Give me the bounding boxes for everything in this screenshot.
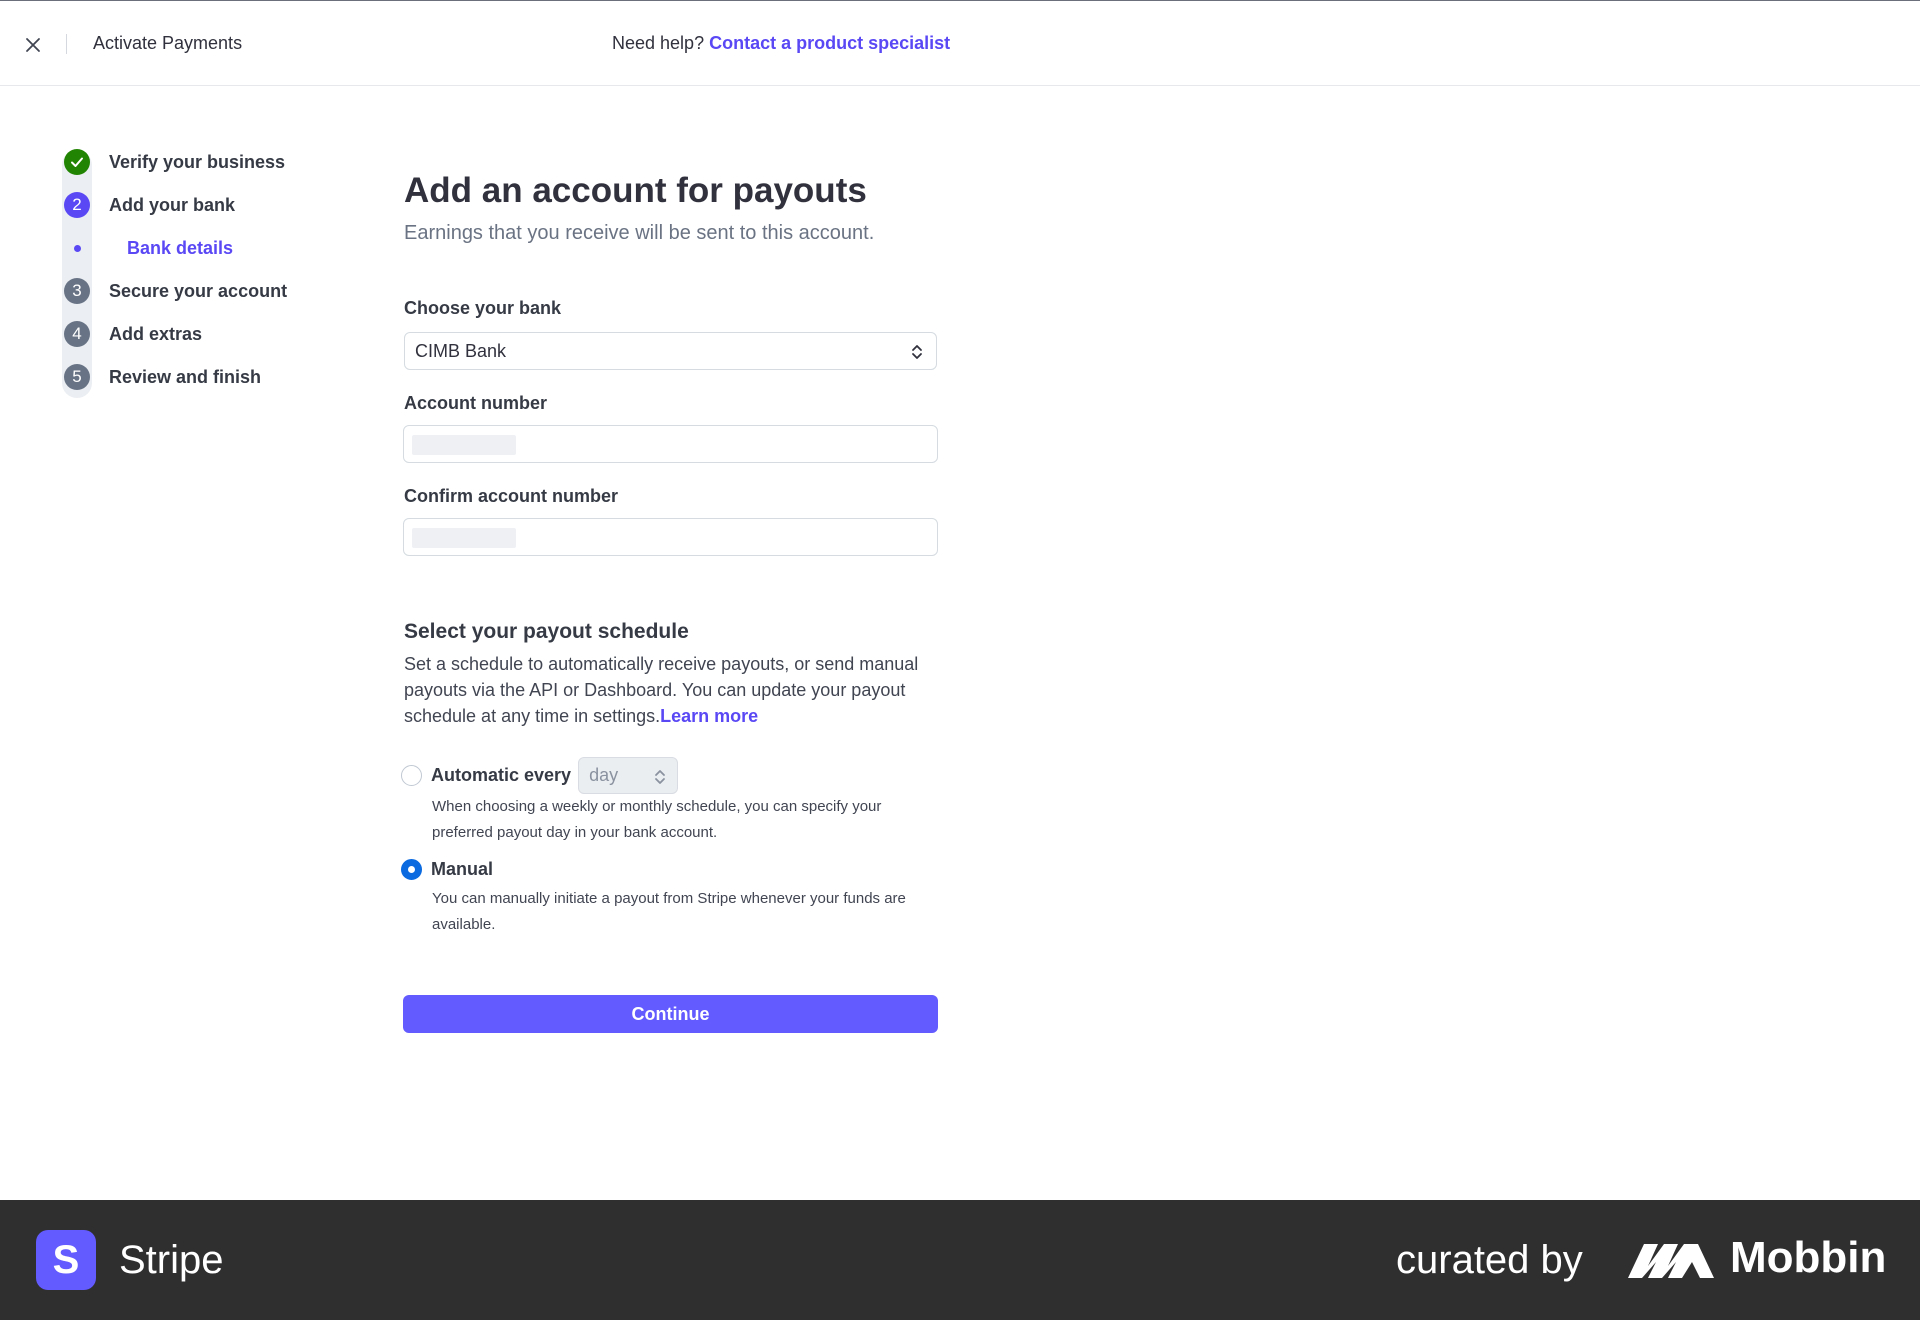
interval-select[interactable]: day — [578, 757, 679, 794]
schedule-option-automatic: Automatic every day — [401, 757, 679, 794]
page-subtitle: Earnings that you receive will be sent t… — [404, 222, 875, 244]
step-add-bank[interactable]: 2 Add your bank — [60, 190, 235, 220]
curator-name: Mobbin — [1730, 1233, 1887, 1282]
step-label: Verify your business — [109, 151, 286, 172]
step-label: Secure your account — [109, 280, 288, 301]
manual-label[interactable]: Manual — [431, 859, 493, 880]
step-label: Review and finish — [109, 366, 262, 387]
close-icon — [26, 38, 40, 52]
step-label: Add extras — [109, 323, 203, 344]
chevron-updown-icon — [912, 345, 922, 359]
step-label: Add your bank — [109, 194, 236, 215]
step-secure-account[interactable]: 3 Secure your account — [60, 276, 287, 306]
contact-specialist-link[interactable]: Contact a product specialist — [709, 33, 950, 53]
interval-value: day — [589, 765, 619, 785]
bank-select-value: CIMB Bank — [415, 340, 507, 361]
schedule-description: Set a schedule to automatically receive … — [404, 651, 944, 729]
help-text: Need help? Contact a product specialist — [612, 33, 950, 54]
step-marker: 3 — [60, 274, 94, 308]
step-marker — [60, 231, 94, 265]
close-button[interactable] — [18, 30, 48, 60]
confirm-account-label: Confirm account number — [404, 486, 619, 506]
chevron-updown-icon — [655, 770, 665, 784]
schedule-title: Select your payout schedule — [404, 620, 689, 643]
learn-more-link[interactable]: Learn more — [660, 706, 758, 726]
step-number: 4 — [64, 321, 90, 347]
step-marker: 2 — [60, 188, 94, 222]
manual-help: You can manually initiate a payout from … — [432, 890, 906, 933]
continue-button[interactable]: Continue — [403, 995, 938, 1033]
curated-by-text: curated by — [1396, 1238, 1583, 1282]
manual-radio[interactable] — [401, 859, 422, 880]
substep-bank-details[interactable]: Bank details — [60, 233, 233, 263]
step-number: 3 — [64, 278, 90, 304]
footer-banner: S Stripe curated by Mobbin — [0, 1200, 1920, 1320]
substep-label: Bank details — [127, 237, 234, 258]
account-number-input[interactable] — [403, 425, 938, 463]
mobbin-logo-icon — [1628, 1244, 1714, 1278]
step-number: 2 — [64, 192, 90, 218]
current-dot-icon — [73, 244, 81, 252]
step-verify-business[interactable]: Verify your business — [60, 147, 285, 177]
masked-value — [412, 528, 516, 548]
page-title: Add an account for payouts — [404, 171, 867, 210]
stripe-logo: S — [36, 1230, 96, 1290]
help-prefix: Need help? — [612, 33, 705, 53]
schedule-option-manual: Manual — [401, 859, 493, 880]
header-divider — [66, 34, 67, 54]
step-marker — [60, 145, 94, 179]
automatic-help: When choosing a weekly or monthly schedu… — [432, 798, 882, 841]
top-bar: Activate Payments Need help? Contact a p… — [0, 0, 1920, 86]
page: Activate Payments Need help? Contact a p… — [0, 0, 1920, 1320]
bank-label: Choose your bank — [404, 298, 562, 318]
step-add-extras[interactable]: 4 Add extras — [60, 319, 202, 349]
automatic-label[interactable]: Automatic every — [431, 765, 571, 786]
bank-select[interactable]: CIMB Bank — [404, 332, 937, 370]
step-number: 5 — [64, 364, 90, 390]
payout-account-form: Add an account for payouts Earnings that… — [401, 170, 940, 1033]
brand-name: Stripe — [119, 1238, 224, 1282]
automatic-radio[interactable] — [401, 765, 422, 786]
check-icon — [64, 149, 90, 175]
step-review-finish[interactable]: 5 Review and finish — [60, 362, 261, 392]
app-title: Activate Payments — [93, 33, 243, 53]
step-marker: 4 — [60, 317, 94, 351]
step-marker: 5 — [60, 360, 94, 394]
account-number-label: Account number — [404, 393, 548, 413]
confirm-account-input[interactable] — [403, 518, 938, 556]
masked-value — [412, 435, 516, 455]
